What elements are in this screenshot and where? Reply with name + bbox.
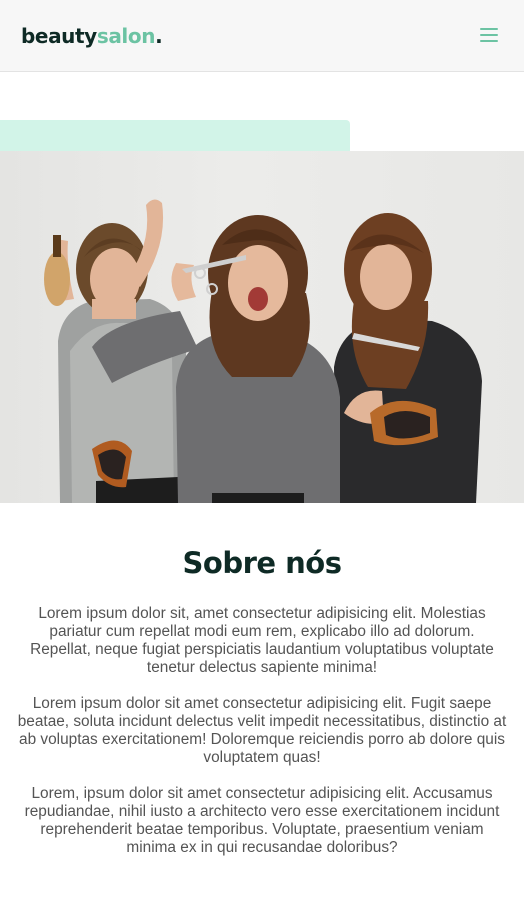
site-header: beautysalon. xyxy=(0,0,524,72)
logo-dot: . xyxy=(155,24,163,48)
right-woman xyxy=(334,213,482,503)
about-paragraph-2: Lorem ipsum dolor sit amet consectetur a… xyxy=(17,695,507,766)
decorative-accent-bar xyxy=(0,120,350,152)
hamburger-menu-icon[interactable] xyxy=(474,22,504,48)
hairdressers-illustration xyxy=(44,199,482,503)
menu-line-middle xyxy=(480,34,498,36)
menu-line-top xyxy=(480,28,498,30)
hero-image xyxy=(0,151,524,503)
about-paragraph-1: Lorem ipsum dolor sit, amet consectetur … xyxy=(30,605,494,676)
about-paragraph-3: Lorem, ipsum dolor sit amet consectetur … xyxy=(24,785,500,856)
logo-word-salon: salon xyxy=(96,24,156,48)
about-section: Sobre nós Lorem ipsum dolor sit, amet co… xyxy=(0,503,524,857)
about-title: Sobre nós xyxy=(182,546,342,580)
logo-word-beauty: beauty xyxy=(21,24,97,48)
brand-logo[interactable]: beautysalon. xyxy=(21,22,163,50)
menu-line-bottom xyxy=(480,40,498,42)
